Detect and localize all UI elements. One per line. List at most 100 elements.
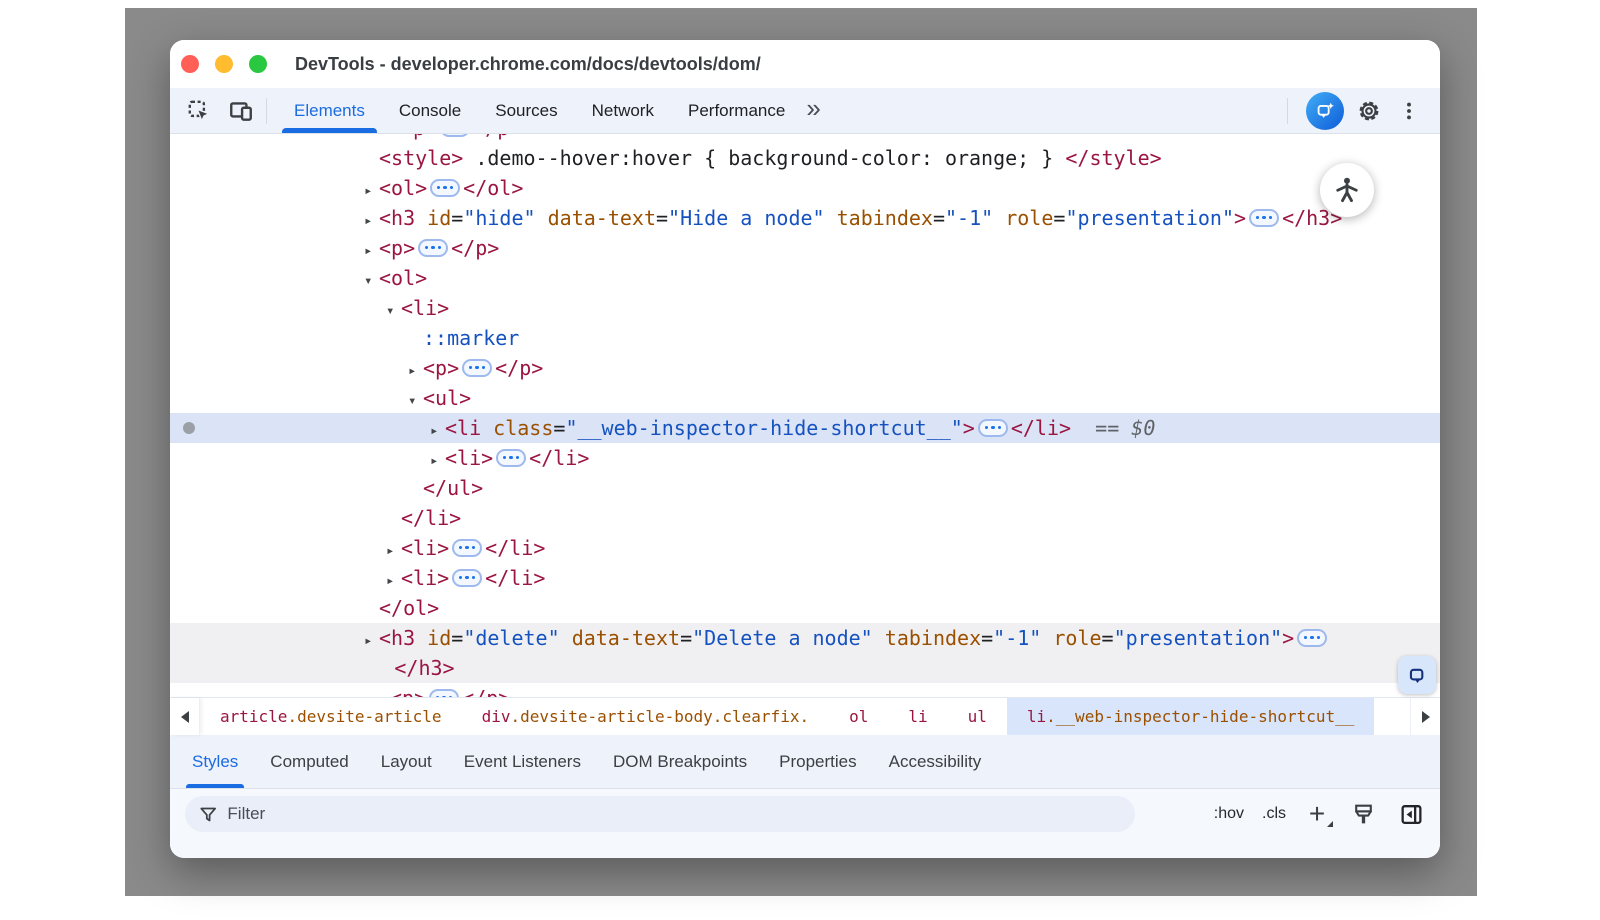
dom-tree-row[interactable]: ▸<h3 id="delete" data-text="Delete a nod… xyxy=(170,623,1440,653)
ellipsis-expand-button[interactable] xyxy=(462,359,492,377)
dom-tree-row[interactable]: ▸<p></p> xyxy=(170,353,1440,383)
rendering-brush-button[interactable] xyxy=(1348,799,1378,829)
settings-gear-icon[interactable] xyxy=(1352,94,1386,128)
element-classes-toggle[interactable]: .cls xyxy=(1262,805,1286,823)
accessibility-overlay-button[interactable] xyxy=(1320,163,1374,217)
dom-tree-row[interactable]: <style> .demo--hover:hover { background-… xyxy=(170,143,1440,173)
dom-tree-row[interactable]: </h3> xyxy=(170,653,1440,683)
expand-arrow-icon[interactable]: ▸ xyxy=(386,536,401,566)
breadcrumb-item-ol[interactable]: ol xyxy=(829,698,888,735)
tab-elements[interactable]: Elements xyxy=(277,88,382,133)
more-tabs-icon[interactable]: » xyxy=(802,93,828,128)
sidebar-tab-accessibility[interactable]: Accessibility xyxy=(873,735,998,788)
sidebar-tab-properties[interactable]: Properties xyxy=(763,735,872,788)
code-token: </li> xyxy=(529,446,589,470)
dom-tree-panel: ▸<p></p><style> .demo--hover:hover { bac… xyxy=(170,134,1440,697)
code-token: ::marker xyxy=(423,326,519,350)
ellipsis-expand-button[interactable] xyxy=(1249,209,1279,227)
styles-filter-bar: :hov .cls + xyxy=(170,789,1440,858)
dom-tree-row[interactable]: ▸<p></p> xyxy=(170,683,1440,697)
expand-arrow-icon[interactable]: ▸ xyxy=(364,206,379,236)
breadcrumb-scroll-left-button[interactable] xyxy=(170,698,200,735)
pseudo-state-toggle[interactable]: :hov xyxy=(1214,805,1244,823)
ellipsis-expand-button[interactable] xyxy=(978,419,1008,437)
code-token: "-1" xyxy=(945,206,993,230)
expand-arrow-icon[interactable]: ▸ xyxy=(364,236,379,266)
dropdown-corner-icon xyxy=(1327,821,1333,827)
dom-tree-row[interactable]: </ul> xyxy=(170,473,1440,503)
collapse-arrow-icon[interactable]: ▾ xyxy=(408,386,423,416)
breadcrumb-item-li[interactable]: li xyxy=(888,698,947,735)
ask-ai-node-button[interactable] xyxy=(1398,656,1436,694)
inspect-element-icon[interactable] xyxy=(184,96,214,126)
dom-tree-row[interactable]: ::marker xyxy=(170,323,1440,353)
ellipsis-expand-button[interactable] xyxy=(452,569,482,587)
dom-tree-row[interactable]: ▸<p></p> xyxy=(170,134,1440,143)
window-title: DevTools - developer.chrome.com/docs/dev… xyxy=(295,40,761,88)
close-window-button[interactable] xyxy=(181,55,199,73)
breadcrumb: article.devsite-articlediv.devsite-artic… xyxy=(200,698,1374,735)
expand-arrow-icon[interactable]: ▸ xyxy=(386,566,401,596)
toggle-sidebar-button[interactable] xyxy=(1396,799,1426,829)
breadcrumb-tag: article xyxy=(220,707,287,726)
sidebar-tab-layout[interactable]: Layout xyxy=(365,735,448,788)
dom-tree-row[interactable]: ▸<li></li> xyxy=(170,563,1440,593)
expand-arrow-icon[interactable]: ▸ xyxy=(375,686,390,697)
code-token: role xyxy=(1005,206,1053,230)
code-token: </p> xyxy=(462,686,510,697)
code-token xyxy=(481,416,493,440)
code-token: <ol> xyxy=(379,266,427,290)
tab-network[interactable]: Network xyxy=(575,88,671,133)
sidebar-tab-dom-breakpoints[interactable]: DOM Breakpoints xyxy=(597,735,763,788)
tab-sources[interactable]: Sources xyxy=(478,88,574,133)
expand-arrow-icon[interactable]: ▸ xyxy=(430,416,445,446)
sidebar-tab-bar: StylesComputedLayoutEvent ListenersDOM B… xyxy=(170,735,1440,789)
dom-tree-row[interactable]: </ol> xyxy=(170,593,1440,623)
ellipsis-expand-button[interactable] xyxy=(452,539,482,557)
dom-tree-row[interactable]: ▾<li> xyxy=(170,293,1440,323)
kebab-menu-icon[interactable] xyxy=(1392,94,1426,128)
sidebar-tab-styles[interactable]: Styles xyxy=(176,735,254,788)
dom-tree-row[interactable]: ▸<h3 id="hide" data-text="Hide a node" t… xyxy=(170,203,1440,233)
ellipsis-expand-button[interactable] xyxy=(429,689,459,698)
sidebar-tab-computed[interactable]: Computed xyxy=(254,735,364,788)
collapse-arrow-icon[interactable]: ▾ xyxy=(364,266,379,296)
devtools-toolbar: ElementsConsoleSourcesNetworkPerformance… xyxy=(170,88,1440,134)
sidebar-tab-event-listeners[interactable]: Event Listeners xyxy=(448,735,597,788)
ellipsis-expand-button[interactable] xyxy=(1297,629,1327,647)
expand-arrow-icon[interactable]: ▸ xyxy=(364,626,379,656)
ellipsis-expand-button[interactable] xyxy=(430,179,460,197)
dom-tree-row[interactable]: ▸<ol></ol> xyxy=(170,173,1440,203)
expand-arrow-icon[interactable]: ▸ xyxy=(430,446,445,476)
tab-performance[interactable]: Performance xyxy=(671,88,802,133)
minimize-window-button[interactable] xyxy=(215,55,233,73)
tab-console[interactable]: Console xyxy=(382,88,478,133)
collapse-arrow-icon[interactable]: ▾ xyxy=(386,296,401,326)
dom-tree-row[interactable]: </li> xyxy=(170,503,1440,533)
breadcrumb-item-div[interactable]: div.devsite-article-body.clearfix. xyxy=(462,698,830,735)
dom-tree-row[interactable]: ▸<p></p> xyxy=(170,233,1440,263)
expand-arrow-icon[interactable]: ▸ xyxy=(408,356,423,386)
ellipsis-expand-button[interactable] xyxy=(440,134,470,137)
dom-tree-row[interactable]: ▸<li></li> xyxy=(170,533,1440,563)
breadcrumb-item-article[interactable]: article.devsite-article xyxy=(200,698,462,735)
ellipsis-expand-button[interactable] xyxy=(496,449,526,467)
code-token: <li xyxy=(445,416,481,440)
zoom-window-button[interactable] xyxy=(249,55,267,73)
breadcrumb-scroll-right-button[interactable] xyxy=(1410,698,1440,735)
ellipsis-expand-button[interactable] xyxy=(418,239,448,257)
dom-tree-row[interactable]: ▸<li class="__web-inspector-hide-shortcu… xyxy=(170,413,1440,443)
ai-assistant-icon[interactable] xyxy=(1306,92,1344,130)
dom-tree-row[interactable]: ▾<ul> xyxy=(170,383,1440,413)
breadcrumb-item-li[interactable]: li.__web-inspector-hide-shortcut__ xyxy=(1007,698,1375,735)
filter-input[interactable] xyxy=(227,804,1121,824)
dom-tree-row[interactable]: ▸<li></li> xyxy=(170,443,1440,473)
code-token: <style> xyxy=(379,146,463,170)
device-toolbar-icon[interactable] xyxy=(226,96,256,126)
styles-filter-field[interactable] xyxy=(185,796,1135,832)
new-style-rule-button[interactable]: + xyxy=(1304,801,1330,827)
breadcrumb-item-ul[interactable]: ul xyxy=(948,698,1007,735)
expand-arrow-icon[interactable]: ▸ xyxy=(364,176,379,206)
code-token xyxy=(415,206,427,230)
dom-tree-row[interactable]: ▾<ol> xyxy=(170,263,1440,293)
